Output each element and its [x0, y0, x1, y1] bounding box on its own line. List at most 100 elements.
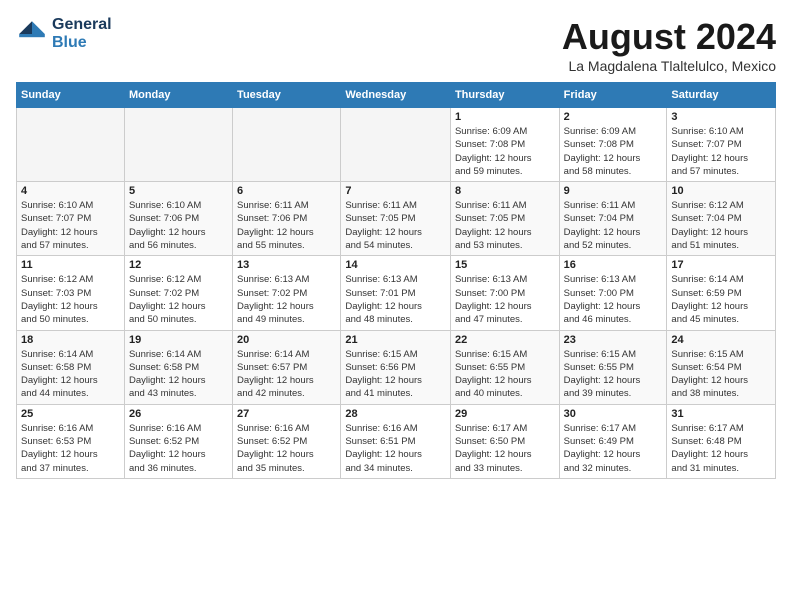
day-number: 17: [671, 259, 771, 271]
calendar-cell: 31Sunrise: 6:17 AM Sunset: 6:48 PM Dayli…: [667, 404, 776, 478]
calendar-cell: [341, 108, 451, 182]
calendar-cell: 1 Sunrise: 6:09 AM Sunset: 7:08 PM Daylig…: [450, 108, 559, 182]
calendar-cell: 5 Sunrise: 6:10 AM Sunset: 7:06 PM Daylig…: [124, 182, 232, 256]
day-info: Sunrise: 6:15 AM Sunset: 6:55 PM Dayligh…: [455, 348, 555, 401]
day-number: 16: [564, 259, 663, 271]
day-info: Sunrise: 6:10 AM Sunset: 7:07 PM Dayligh…: [21, 199, 120, 252]
day-number: 3: [671, 111, 771, 123]
day-info: Sunrise: 6:13 AM Sunset: 7:01 PM Dayligh…: [345, 273, 446, 326]
day-number: 18: [21, 334, 120, 346]
day-info: Sunrise: 6:09 AM Sunset: 7:08 PM Dayligh…: [564, 125, 663, 178]
calendar-cell: 27 Sunrise: 6:16 AM Sunset: 6:52 PM Dayli…: [233, 404, 341, 478]
calendar-cell: 6 Sunrise: 6:11 AM Sunset: 7:06 PM Daylig…: [233, 182, 341, 256]
day-info: Sunrise: 6:17 AM Sunset: 6:50 PM Dayligh…: [455, 422, 555, 475]
day-number: 14: [345, 259, 446, 271]
day-info: Sunrise: 6:16 AM Sunset: 6:51 PM Dayligh…: [345, 422, 446, 475]
weekday-header-thursday: Thursday: [450, 83, 559, 108]
day-info: Sunrise: 6:11 AM Sunset: 7:06 PM Dayligh…: [237, 199, 336, 252]
day-number: 24: [671, 334, 771, 346]
day-info: Sunrise: 6:14 AM Sunset: 6:58 PM Dayligh…: [21, 348, 120, 401]
calendar-cell: 12Sunrise: 6:12 AM Sunset: 7:02 PM Dayli…: [124, 256, 232, 330]
day-info: Sunrise: 6:12 AM Sunset: 7:02 PM Dayligh…: [129, 273, 228, 326]
calendar-cell: 4 Sunrise: 6:10 AM Sunset: 7:07 PM Daylig…: [17, 182, 125, 256]
calendar-cell: 17 Sunrise: 6:14 AM Sunset: 6:59 PM Dayli…: [667, 256, 776, 330]
day-number: 20: [237, 334, 336, 346]
calendar-cell: 8 Sunrise: 6:11 AM Sunset: 7:05 PM Daylig…: [450, 182, 559, 256]
day-number: 4: [21, 185, 120, 197]
day-info: Sunrise: 6:12 AM Sunset: 7:03 PM Dayligh…: [21, 273, 120, 326]
location-subtitle: La Magdalena Tlaltelulco, Mexico: [562, 58, 776, 74]
day-number: 7: [345, 185, 446, 197]
calendar-table: SundayMondayTuesdayWednesdayThursdayFrid…: [16, 82, 776, 479]
day-info: Sunrise: 6:16 AM Sunset: 6:52 PM Dayligh…: [129, 422, 228, 475]
calendar-cell: 16 Sunrise: 6:13 AM Sunset: 7:00 PM Dayli…: [559, 256, 667, 330]
day-number: 9: [564, 185, 663, 197]
calendar-cell: [124, 108, 232, 182]
calendar-cell: 23 Sunrise: 6:15 AM Sunset: 6:55 PM Dayli…: [559, 330, 667, 404]
calendar-cell: 18 Sunrise: 6:14 AM Sunset: 6:58 PM Dayli…: [17, 330, 125, 404]
calendar-cell: [233, 108, 341, 182]
day-number: 22: [455, 334, 555, 346]
day-info: Sunrise: 6:14 AM Sunset: 6:57 PM Dayligh…: [237, 348, 336, 401]
day-info: Sunrise: 6:11 AM Sunset: 7:05 PM Dayligh…: [345, 199, 446, 252]
calendar-cell: 2Sunrise: 6:09 AM Sunset: 7:08 PM Daylig…: [559, 108, 667, 182]
day-number: 30: [564, 408, 663, 420]
month-year-title: August 2024: [562, 16, 776, 58]
day-number: 29: [455, 408, 555, 420]
weekday-header-friday: Friday: [559, 83, 667, 108]
day-info: Sunrise: 6:16 AM Sunset: 6:53 PM Dayligh…: [21, 422, 120, 475]
calendar-cell: 29 Sunrise: 6:17 AM Sunset: 6:50 PM Dayli…: [450, 404, 559, 478]
day-info: Sunrise: 6:17 AM Sunset: 6:49 PM Dayligh…: [564, 422, 663, 475]
day-info: Sunrise: 6:09 AM Sunset: 7:08 PM Dayligh…: [455, 125, 555, 178]
page-header: General Blue August 2024 La Magdalena Tl…: [16, 16, 776, 74]
logo-text: General Blue: [52, 16, 112, 51]
day-info: Sunrise: 6:16 AM Sunset: 6:52 PM Dayligh…: [237, 422, 336, 475]
day-info: Sunrise: 6:12 AM Sunset: 7:04 PM Dayligh…: [671, 199, 771, 252]
calendar-cell: 3 Sunrise: 6:10 AM Sunset: 7:07 PM Daylig…: [667, 108, 776, 182]
calendar-week-row: 4 Sunrise: 6:10 AM Sunset: 7:07 PM Daylig…: [17, 182, 776, 256]
day-number: 15: [455, 259, 555, 271]
day-number: 27: [237, 408, 336, 420]
day-number: 25: [21, 408, 120, 420]
calendar-week-row: 25 Sunrise: 6:16 AM Sunset: 6:53 PM Dayli…: [17, 404, 776, 478]
day-number: 1: [455, 111, 555, 123]
weekday-header-sunday: Sunday: [17, 83, 125, 108]
calendar-cell: 22 Sunrise: 6:15 AM Sunset: 6:55 PM Dayli…: [450, 330, 559, 404]
weekday-header-saturday: Saturday: [667, 83, 776, 108]
day-info: Sunrise: 6:13 AM Sunset: 7:02 PM Dayligh…: [237, 273, 336, 326]
day-number: 5: [129, 185, 228, 197]
calendar-cell: 7 Sunrise: 6:11 AM Sunset: 7:05 PM Daylig…: [341, 182, 451, 256]
day-number: 8: [455, 185, 555, 197]
day-number: 13: [237, 259, 336, 271]
day-info: Sunrise: 6:13 AM Sunset: 7:00 PM Dayligh…: [564, 273, 663, 326]
day-info: Sunrise: 6:14 AM Sunset: 6:59 PM Dayligh…: [671, 273, 771, 326]
title-area: August 2024 La Magdalena Tlaltelulco, Me…: [562, 16, 776, 74]
calendar-week-row: 18 Sunrise: 6:14 AM Sunset: 6:58 PM Dayli…: [17, 330, 776, 404]
day-info: Sunrise: 6:11 AM Sunset: 7:04 PM Dayligh…: [564, 199, 663, 252]
day-number: 28: [345, 408, 446, 420]
day-info: Sunrise: 6:15 AM Sunset: 6:54 PM Dayligh…: [671, 348, 771, 401]
calendar-week-row: 11 Sunrise: 6:12 AM Sunset: 7:03 PM Dayli…: [17, 256, 776, 330]
day-info: Sunrise: 6:13 AM Sunset: 7:00 PM Dayligh…: [455, 273, 555, 326]
day-number: 19: [129, 334, 228, 346]
weekday-header-monday: Monday: [124, 83, 232, 108]
day-number: 23: [564, 334, 663, 346]
day-info: Sunrise: 6:11 AM Sunset: 7:05 PM Dayligh…: [455, 199, 555, 252]
calendar-cell: 26 Sunrise: 6:16 AM Sunset: 6:52 PM Dayli…: [124, 404, 232, 478]
day-info: Sunrise: 6:14 AM Sunset: 6:58 PM Dayligh…: [129, 348, 228, 401]
day-info: Sunrise: 6:15 AM Sunset: 6:55 PM Dayligh…: [564, 348, 663, 401]
day-info: Sunrise: 6:15 AM Sunset: 6:56 PM Dayligh…: [345, 348, 446, 401]
day-number: 6: [237, 185, 336, 197]
calendar-cell: [17, 108, 125, 182]
weekday-header-row: SundayMondayTuesdayWednesdayThursdayFrid…: [17, 83, 776, 108]
day-info: Sunrise: 6:10 AM Sunset: 7:07 PM Dayligh…: [671, 125, 771, 178]
day-info: Sunrise: 6:10 AM Sunset: 7:06 PM Dayligh…: [129, 199, 228, 252]
day-number: 26: [129, 408, 228, 420]
day-number: 11: [21, 259, 120, 271]
calendar-cell: 13 Sunrise: 6:13 AM Sunset: 7:02 PM Dayli…: [233, 256, 341, 330]
calendar-cell: 19 Sunrise: 6:14 AM Sunset: 6:58 PM Dayli…: [124, 330, 232, 404]
calendar-cell: 15 Sunrise: 6:13 AM Sunset: 7:00 PM Dayli…: [450, 256, 559, 330]
calendar-cell: 25 Sunrise: 6:16 AM Sunset: 6:53 PM Dayli…: [17, 404, 125, 478]
calendar-cell: 11 Sunrise: 6:12 AM Sunset: 7:03 PM Dayli…: [17, 256, 125, 330]
day-number: 31: [671, 408, 771, 420]
